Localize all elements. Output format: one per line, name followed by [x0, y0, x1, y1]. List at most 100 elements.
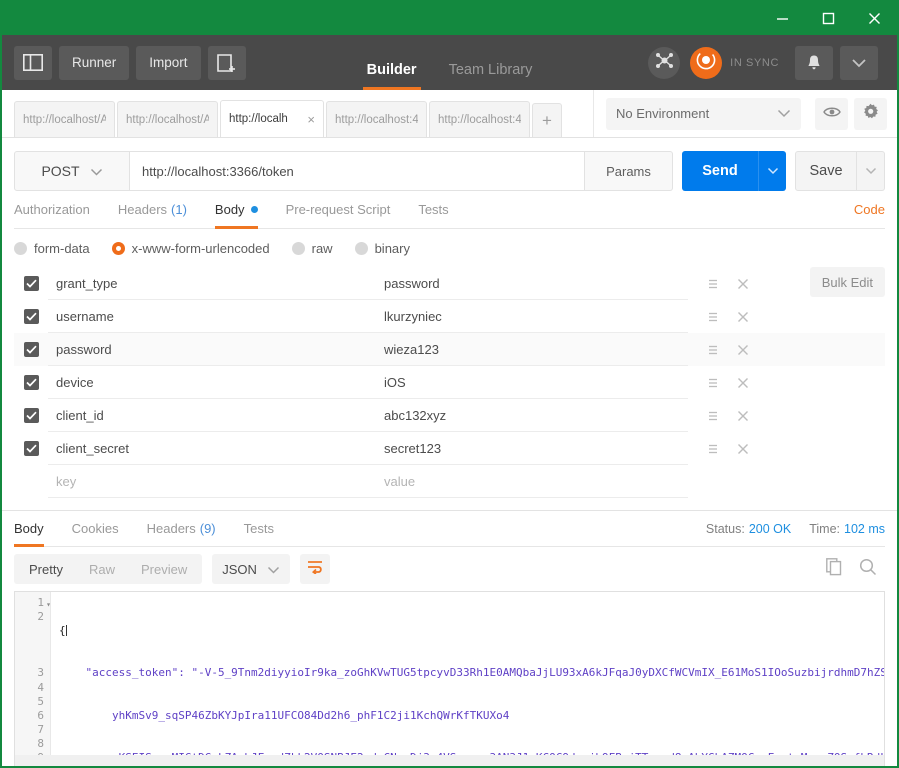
tab-tests[interactable]: Tests: [404, 191, 462, 228]
response-format-select[interactable]: JSON: [212, 554, 290, 584]
maximize-button[interactable]: [805, 2, 851, 35]
delete-icon[interactable]: [728, 435, 758, 463]
row-value-input[interactable]: abc132xyz: [376, 399, 688, 432]
row-value-input[interactable]: wieza123: [376, 333, 688, 366]
row-value-input[interactable]: iOS: [376, 366, 688, 399]
response-tab-cookies[interactable]: Cookies: [58, 511, 133, 546]
send-button[interactable]: Send: [682, 151, 758, 191]
copy-button[interactable]: [817, 554, 851, 584]
interceptor-button[interactable]: [648, 46, 681, 79]
runner-button[interactable]: Runner: [59, 45, 130, 80]
horizontal-scrollbar[interactable]: [15, 755, 884, 766]
row-key-input[interactable]: client_id: [48, 399, 376, 432]
drag-handle-icon[interactable]: [698, 336, 728, 364]
row-checkbox[interactable]: [14, 276, 48, 291]
radio-icon-selected: [111, 241, 125, 255]
row-checkbox[interactable]: [14, 408, 48, 423]
request-tab[interactable]: http://localhost/A: [117, 101, 218, 137]
code-link[interactable]: Code: [854, 202, 885, 217]
save-button[interactable]: Save: [795, 151, 857, 191]
response-tab-body[interactable]: Body: [14, 511, 58, 547]
delete-icon[interactable]: [728, 270, 758, 298]
notifications-button[interactable]: [795, 45, 833, 80]
row-value-input[interactable]: password: [376, 267, 688, 300]
drag-handle-icon[interactable]: [698, 435, 728, 463]
delete-icon[interactable]: [728, 336, 758, 364]
sync-button[interactable]: [690, 46, 723, 79]
response-body-viewer[interactable]: 1▾ 2 3 4 5 6 7 8 9 10 { "access_token": …: [14, 591, 885, 766]
method-select[interactable]: POST: [14, 151, 130, 191]
request-tab-close-icon[interactable]: ×: [303, 112, 315, 127]
tab-authorization[interactable]: Authorization: [14, 191, 104, 228]
bulk-edit-button[interactable]: Bulk Edit: [809, 267, 885, 297]
line-number-label: 6: [37, 708, 44, 722]
view-mode-pretty[interactable]: Pretty: [16, 556, 76, 582]
sidebar-toggle-button[interactable]: [14, 45, 52, 80]
radio-raw[interactable]: raw: [291, 241, 333, 256]
drag-handle-icon[interactable]: [698, 303, 728, 331]
row-checkbox[interactable]: [14, 309, 48, 324]
row-value-input[interactable]: secret123: [376, 432, 688, 465]
send-options-button[interactable]: [758, 151, 786, 191]
tab-body[interactable]: Body: [201, 191, 272, 229]
environment-settings-button[interactable]: [854, 97, 887, 130]
row-checkbox[interactable]: [14, 375, 48, 390]
search-button[interactable]: [851, 554, 885, 584]
delete-icon[interactable]: [728, 303, 758, 331]
line-number-label: 1: [37, 596, 44, 609]
text-cursor: [65, 625, 67, 637]
save-options-button[interactable]: [857, 151, 885, 191]
tab-builder[interactable]: Builder: [351, 62, 433, 90]
new-request-button[interactable]: [207, 45, 246, 80]
tab-headers[interactable]: Headers (1): [104, 191, 201, 228]
request-tab[interactable]: http://localhost/A: [14, 101, 115, 137]
request-tab[interactable]: http://localhost:49: [429, 101, 530, 137]
view-mode-preview[interactable]: Preview: [128, 556, 200, 582]
row-key-input[interactable]: password: [48, 333, 376, 366]
row-value-input[interactable]: lkurzyniec: [376, 300, 688, 333]
code-line-text: {: [59, 624, 66, 638]
row-key-input[interactable]: username: [48, 300, 376, 333]
minimize-button[interactable]: [759, 2, 805, 35]
tab-team-library[interactable]: Team Library: [433, 62, 549, 90]
drag-handle-icon[interactable]: [698, 369, 728, 397]
import-button[interactable]: Import: [136, 45, 201, 80]
response-toolbar: Pretty Raw Preview JSON: [14, 547, 885, 591]
add-request-tab-button[interactable]: +: [532, 103, 562, 137]
radio-binary[interactable]: binary: [354, 241, 410, 256]
request-tab[interactable]: http://localhost:49: [326, 101, 427, 137]
response-format-label: JSON: [222, 561, 257, 577]
close-button[interactable]: [851, 2, 897, 35]
delete-icon[interactable]: [728, 402, 758, 430]
drag-handle-icon[interactable]: [698, 270, 728, 298]
params-table: grant_type password Bulk Edit username l…: [14, 267, 885, 498]
environment-select[interactable]: No Environment: [606, 97, 801, 130]
postman-window: Runner Import Builder Team Library IN SY…: [0, 0, 899, 768]
radio-x-www-form-urlencoded[interactable]: x-www-form-urlencoded: [111, 241, 270, 256]
row-key-input[interactable]: device: [48, 366, 376, 399]
row-key-input[interactable]: client_secret: [48, 432, 376, 465]
radio-form-data[interactable]: form-data: [14, 241, 90, 256]
response-view-modes: Pretty Raw Preview: [14, 554, 203, 584]
time-group: Time: 102 ms: [809, 522, 885, 536]
new-key-input[interactable]: key: [48, 465, 376, 498]
response-code-text[interactable]: { "access_token": "-V-5_9Tnm2diyyioIr9ka…: [51, 592, 884, 766]
tab-pre-request-script[interactable]: Pre-request Script: [272, 191, 405, 228]
params-button[interactable]: Params: [585, 151, 673, 191]
row-key-input[interactable]: grant_type: [48, 267, 376, 300]
word-wrap-button[interactable]: [299, 554, 330, 584]
response-tab-tests[interactable]: Tests: [230, 511, 288, 546]
drag-handle-icon[interactable]: [698, 402, 728, 430]
row-checkbox[interactable]: [14, 342, 48, 357]
environment-quick-look-button[interactable]: [815, 97, 848, 130]
new-value-input[interactable]: value: [376, 465, 688, 498]
header-menu-button[interactable]: [840, 45, 878, 80]
response-tab-headers[interactable]: Headers (9): [133, 511, 230, 546]
request-tab-active[interactable]: http://localh ×: [220, 100, 324, 137]
row-checkbox[interactable]: [14, 441, 48, 456]
url-input[interactable]: http://localhost:3366/token: [130, 151, 585, 191]
line-number: 4: [15, 681, 50, 695]
delete-icon[interactable]: [728, 369, 758, 397]
view-mode-raw[interactable]: Raw: [76, 556, 128, 582]
row-key-value: username: [56, 308, 114, 324]
